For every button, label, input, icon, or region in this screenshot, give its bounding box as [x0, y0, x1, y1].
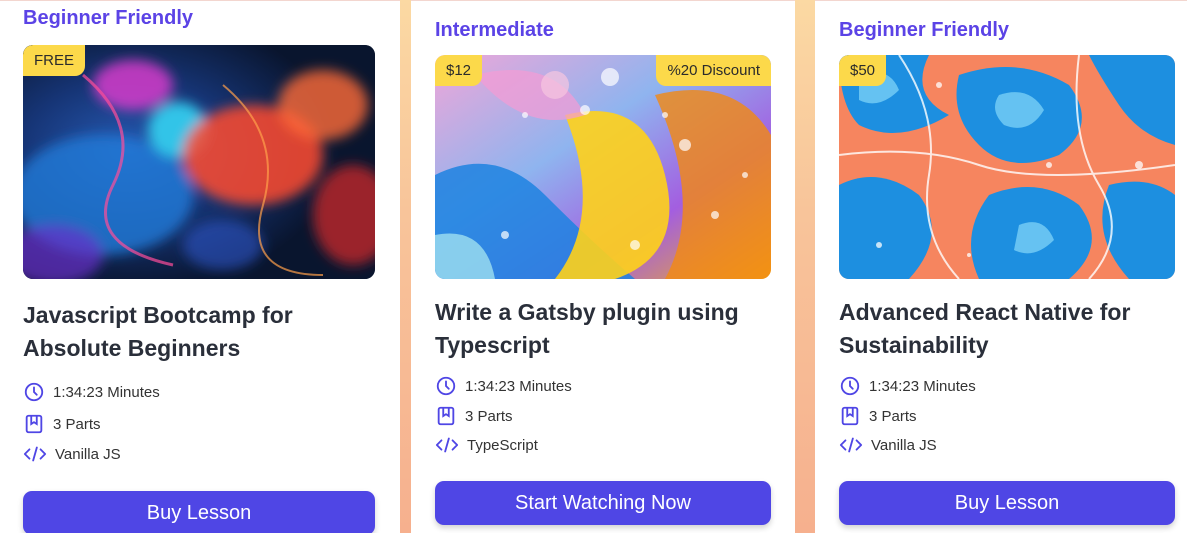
course-thumbnail[interactable]: $12 %20 Discount: [435, 55, 771, 279]
start-watching-button[interactable]: Start Watching Now: [435, 481, 771, 525]
course-card-3: Beginner Friendly $50 Advanced React Nat…: [815, 0, 1187, 533]
tech-text: Vanilla JS: [871, 436, 937, 454]
parts-text: 3 Parts: [53, 415, 101, 433]
buy-lesson-button[interactable]: Buy Lesson: [839, 481, 1175, 525]
tech-text: TypeScript: [467, 436, 538, 454]
parts-row: 3 Parts: [23, 413, 101, 435]
tech-row: Vanilla JS: [23, 444, 121, 464]
duration-row: 1:34:23 Minutes: [839, 375, 976, 397]
parts-text: 3 Parts: [869, 407, 917, 425]
tech-text: Vanilla JS: [55, 445, 121, 463]
clock-icon: [24, 382, 44, 402]
duration-row: 1:34:23 Minutes: [23, 381, 160, 403]
parts-text: 3 Parts: [465, 407, 513, 425]
duration-text: 1:34:23 Minutes: [465, 377, 572, 395]
course-thumbnail[interactable]: FREE: [23, 45, 375, 279]
discount-badge: %20 Discount: [656, 55, 771, 86]
course-level: Beginner Friendly: [839, 19, 1010, 41]
course-level: Intermediate: [435, 19, 554, 41]
code-icon: [435, 437, 459, 453]
bubbles-image: [435, 55, 771, 279]
marble-image: [839, 55, 1175, 279]
course-title[interactable]: Write a Gatsby plugin using Typescript: [435, 296, 775, 362]
course-card-1: Beginner Friendly FREE Javascript Bootca…: [0, 0, 400, 533]
course-title[interactable]: Advanced React Native for Sustainability: [839, 296, 1169, 362]
price-badge: $50: [839, 55, 887, 86]
bookmark-icon: [841, 406, 859, 426]
parts-row: 3 Parts: [839, 405, 917, 427]
course-level: Beginner Friendly: [23, 7, 194, 29]
bookmark-icon: [25, 414, 43, 434]
tech-row: TypeScript: [435, 435, 538, 455]
parts-row: 3 Parts: [435, 405, 513, 427]
bookmark-icon: [437, 406, 455, 426]
clock-icon: [840, 376, 860, 396]
course-title[interactable]: Javascript Bootcamp for Absolute Beginne…: [23, 299, 363, 365]
code-icon: [839, 437, 863, 453]
price-badge: FREE: [23, 45, 86, 76]
price-badge: $12: [435, 55, 483, 86]
clock-icon: [436, 376, 456, 396]
code-icon: [23, 446, 47, 462]
duration-text: 1:34:23 Minutes: [869, 377, 976, 395]
course-thumbnail[interactable]: $50: [839, 55, 1175, 279]
duration-row: 1:34:23 Minutes: [435, 375, 572, 397]
tech-row: Vanilla JS: [839, 435, 937, 455]
ink-smoke-image: [23, 45, 375, 279]
duration-text: 1:34:23 Minutes: [53, 383, 160, 401]
course-card-2: Intermediate $12 %20 Discount Write a Ga…: [411, 0, 795, 533]
buy-lesson-button[interactable]: Buy Lesson: [23, 491, 375, 533]
